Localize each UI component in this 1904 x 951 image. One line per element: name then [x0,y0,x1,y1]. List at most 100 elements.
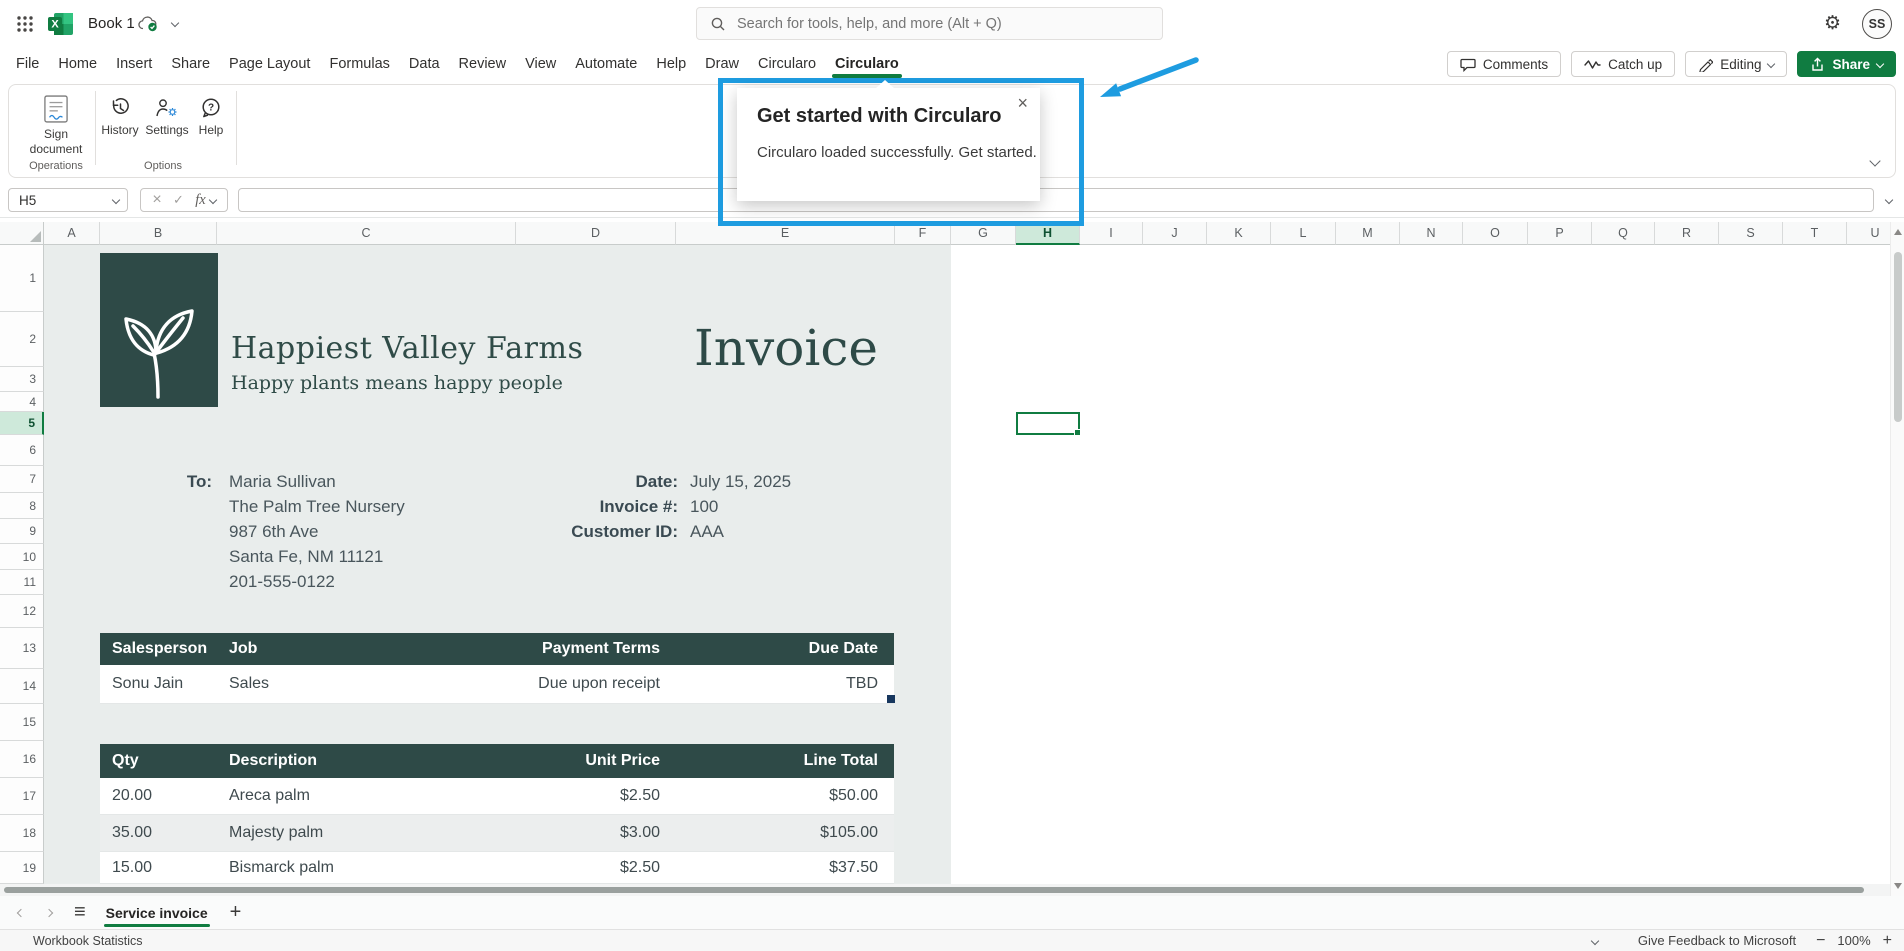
row-header-7[interactable]: 7 [0,466,44,493]
tab-home[interactable]: Home [58,56,97,72]
share-button[interactable]: Share [1797,51,1896,77]
row-header-2[interactable]: 2 [0,312,44,367]
column-header-s[interactable]: S [1719,222,1783,245]
help-button[interactable]: ? Help [193,97,229,138]
row-header-4[interactable]: 4 [0,392,44,412]
row-header-11[interactable]: 11 [0,570,44,595]
tab-draw[interactable]: Draw [705,56,739,72]
row-header-10[interactable]: 10 [0,544,44,570]
column-header-o[interactable]: O [1463,222,1528,245]
comments-button[interactable]: Comments [1447,51,1561,77]
column-header-p[interactable]: P [1528,222,1592,245]
zoom-in-button[interactable]: + [1883,932,1892,950]
name-box[interactable]: H5 [8,188,128,212]
excel-logo-icon[interactable]: X [48,13,73,40]
horizontal-scrollbar[interactable] [0,884,1890,896]
vertical-scroll-thumb[interactable] [1894,252,1902,422]
row-header-15[interactable]: 15 [0,704,44,741]
document-title[interactable]: Book 1 [88,15,135,32]
row-header-14[interactable]: 14 [0,669,44,704]
row-header-5-selected[interactable]: 5 [0,412,44,435]
tab-review[interactable]: Review [459,56,507,72]
global-search[interactable] [696,7,1163,40]
account-avatar[interactable]: SS [1862,9,1892,39]
column-header-b[interactable]: B [100,222,217,245]
tab-view[interactable]: View [525,56,556,72]
row-header-9[interactable]: 9 [0,519,44,544]
horizontal-scroll-thumb[interactable] [4,887,1864,893]
settings-gear-icon[interactable]: ⚙ [1824,12,1841,34]
row-header-8[interactable]: 8 [0,493,44,519]
document-menu-chevron-icon[interactable] [171,19,179,27]
editing-mode-button[interactable]: Editing [1685,51,1787,77]
column-header-c[interactable]: C [217,222,516,245]
top-bar: X Book 1 ⚙ SS [0,0,1904,48]
row-header-3[interactable]: 3 [0,367,44,392]
collapse-ribbon-chevron-icon[interactable] [1869,155,1880,166]
column-header-r[interactable]: R [1655,222,1719,245]
settings-button[interactable]: Settings [143,97,191,138]
scroll-down-icon[interactable] [1894,883,1902,889]
scroll-up-icon[interactable] [1894,229,1902,235]
column-header-k[interactable]: K [1207,222,1271,245]
invoice-details-table: Salesperson Job Payment Terms Due Date S… [100,633,894,704]
insert-function-button[interactable]: fx [195,192,215,209]
select-all-corner[interactable] [0,222,44,245]
row-header-6[interactable]: 6 [0,435,44,466]
next-sheet-icon[interactable] [45,908,53,916]
status-options-chevron-icon[interactable] [1591,936,1599,944]
search-input[interactable] [735,15,1148,33]
column-header-q[interactable]: Q [1592,222,1655,245]
row-header-16[interactable]: 16 [0,741,44,778]
column-header-t[interactable]: T [1783,222,1847,245]
column-header-j[interactable]: J [1143,222,1207,245]
workbook-statistics-button[interactable]: Workbook Statistics [33,934,143,948]
user-settings-icon [155,97,179,119]
expand-formula-bar-chevron-icon[interactable] [1885,196,1893,204]
sign-document-button[interactable]: Sign document [23,95,89,157]
tab-circularo-active[interactable]: Circularo [835,56,899,72]
column-header-d[interactable]: D [516,222,676,245]
column-header-a[interactable]: A [44,222,100,245]
column-header-n[interactable]: N [1400,222,1463,245]
app-launcher-icon[interactable] [16,15,34,38]
column-header-l[interactable]: L [1271,222,1336,245]
row-header-13[interactable]: 13 [0,628,44,669]
column-header-i[interactable]: I [1080,222,1143,245]
vertical-scrollbar[interactable] [1890,222,1904,896]
tab-formulas[interactable]: Formulas [329,56,389,72]
row-header-18[interactable]: 18 [0,815,44,852]
add-sheet-button[interactable]: + [230,901,242,924]
column-header-m[interactable]: M [1336,222,1400,245]
saved-to-cloud-icon[interactable] [138,16,158,37]
tab-help[interactable]: Help [656,56,686,72]
table-resize-handle[interactable] [887,695,895,703]
selected-cell-h5[interactable] [1016,412,1080,435]
sheet-canvas[interactable]: Happiest Valley Farms Happy plants means… [44,245,1890,884]
tab-insert[interactable]: Insert [116,56,152,72]
row-header-19[interactable]: 19 [0,852,44,884]
zoom-level[interactable]: 100% [1837,933,1870,948]
all-sheets-menu-icon[interactable]: ≡ [74,901,86,924]
fill-handle-icon[interactable] [1074,429,1081,436]
excel-web-app: X Book 1 ⚙ SS File Home Insert Share Pag… [0,0,1904,951]
tab-automate[interactable]: Automate [575,56,637,72]
tab-file[interactable]: File [16,56,39,72]
close-icon[interactable]: × [1017,94,1028,112]
enter-check-icon[interactable]: ✓ [173,192,184,208]
cancel-icon[interactable]: × [152,192,161,208]
tab-circularo[interactable]: Circularo [758,56,816,72]
row-header-1[interactable]: 1 [0,245,44,312]
row-header-12[interactable]: 12 [0,595,44,628]
tab-share[interactable]: Share [171,56,210,72]
history-button[interactable]: History [97,97,143,138]
feedback-link[interactable]: Give Feedback to Microsoft [1638,933,1796,948]
catch-up-button[interactable]: Catch up [1571,51,1675,77]
previous-sheet-icon[interactable] [17,908,25,916]
zoom-out-button[interactable]: − [1816,932,1825,950]
to-line: 987 6th Ave [229,522,319,542]
tab-page-layout[interactable]: Page Layout [229,56,310,72]
tab-data[interactable]: Data [409,56,440,72]
row-header-17[interactable]: 17 [0,778,44,815]
sheet-tab-service-invoice[interactable]: Service invoice [104,898,210,928]
